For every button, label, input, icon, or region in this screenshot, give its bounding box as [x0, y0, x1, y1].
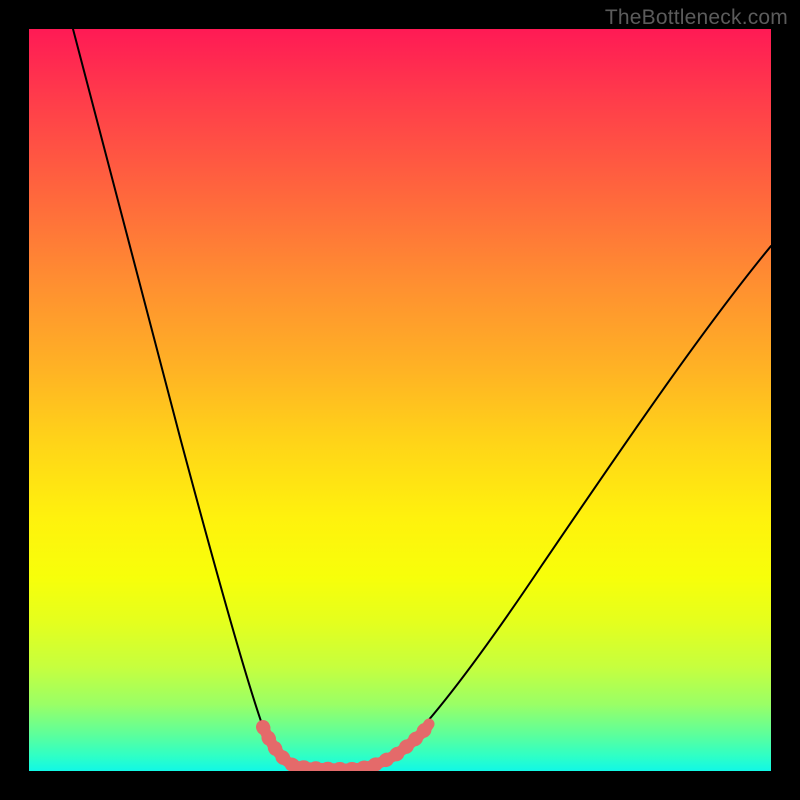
curve-highlight-fill [263, 724, 429, 769]
watermark-text: TheBottleneck.com [605, 6, 788, 30]
bottleneck-curve [29, 29, 771, 771]
chart-frame: TheBottleneck.com [0, 0, 800, 800]
chart-plot-area [29, 29, 771, 771]
curve-path [73, 29, 771, 769]
